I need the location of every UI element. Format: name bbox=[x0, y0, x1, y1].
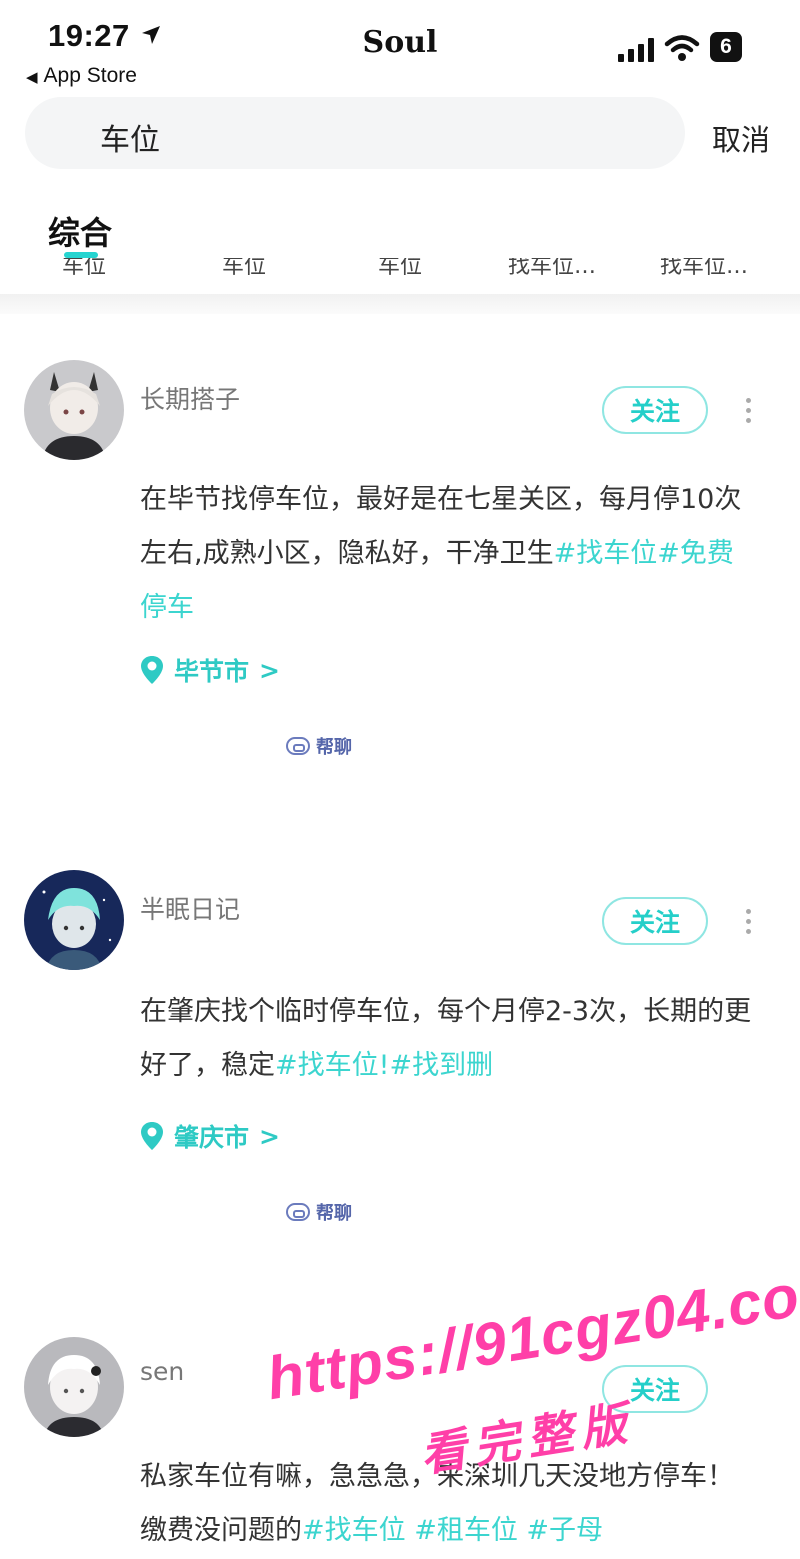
help-chat-button[interactable]: 帮聊 bbox=[286, 1197, 352, 1227]
avatar[interactable] bbox=[24, 1337, 124, 1437]
status-bar: 19:27 ◀ App Store Soul 6 bbox=[0, 0, 800, 95]
chat-icon bbox=[286, 737, 310, 755]
username[interactable]: 长期搭子 bbox=[140, 380, 240, 416]
post-content[interactable]: 在毕节找停车位，最好是在七星关区，每月停10次左右,成熟小区，隐私好，干净卫生#… bbox=[140, 473, 760, 635]
avatar-image bbox=[24, 360, 124, 460]
follow-button[interactable]: 关注 bbox=[602, 897, 708, 945]
avatar-image bbox=[24, 1337, 124, 1437]
post-content[interactable]: 在肇庆找个临时停车位，每个月停2-3次，长期的更好了，稳定#找车位!#找到删 bbox=[140, 985, 760, 1093]
location-link[interactable]: 毕节市 > bbox=[140, 652, 280, 688]
cancel-button[interactable]: 取消 bbox=[712, 117, 770, 159]
username[interactable]: sen bbox=[140, 1357, 184, 1386]
sub-tab[interactable]: 找车位… bbox=[660, 258, 748, 280]
follow-button[interactable]: 关注 bbox=[602, 386, 708, 434]
help-chat-label: 帮聊 bbox=[316, 737, 352, 758]
post-tags[interactable]: #找车位!#找到删 bbox=[275, 1050, 493, 1081]
avatar-image bbox=[24, 870, 124, 970]
avatar[interactable] bbox=[24, 870, 124, 970]
sub-tab[interactable]: 车位 bbox=[222, 258, 266, 280]
more-options-icon[interactable] bbox=[744, 398, 752, 428]
back-app-label: App Store bbox=[43, 64, 137, 87]
back-to-app-store[interactable]: ◀ App Store bbox=[26, 64, 137, 88]
back-triangle-icon: ◀ bbox=[26, 69, 38, 86]
help-chat-label: 帮聊 bbox=[316, 1203, 352, 1224]
cellular-signal-icon bbox=[618, 38, 654, 62]
search-query: 车位 bbox=[100, 123, 160, 158]
search-input[interactable]: 车位 bbox=[25, 97, 685, 169]
more-options-icon[interactable] bbox=[744, 909, 752, 939]
wifi-icon bbox=[664, 35, 700, 61]
post-tags[interactable]: #找车位 #租车位 #子母 bbox=[302, 1515, 603, 1546]
sub-tab[interactable]: 车位 bbox=[378, 258, 422, 280]
username[interactable]: 半眠日记 bbox=[140, 890, 240, 926]
watermark-url: https://91cgz04.com bbox=[262, 1253, 800, 1413]
location-link[interactable]: 肇庆市 > bbox=[140, 1118, 280, 1154]
sub-tab[interactable]: 找车位… bbox=[508, 258, 596, 280]
battery-icon: 6 bbox=[710, 32, 742, 62]
chevron-right-icon: > bbox=[259, 655, 280, 685]
section-divider bbox=[0, 294, 800, 314]
sub-tab[interactable]: 车位 bbox=[62, 258, 106, 280]
help-chat-button[interactable]: 帮聊 bbox=[286, 731, 352, 761]
location-label: 肇庆市 bbox=[174, 1123, 250, 1152]
chevron-right-icon: > bbox=[259, 1121, 280, 1151]
tab-comprehensive[interactable]: 综合 bbox=[48, 208, 112, 254]
location-pin-icon bbox=[141, 1122, 163, 1150]
location-label: 毕节市 bbox=[174, 657, 250, 686]
avatar[interactable] bbox=[24, 360, 124, 460]
location-pin-icon bbox=[141, 656, 163, 684]
chat-icon bbox=[286, 1203, 310, 1221]
sub-tab-bar: 车位 车位 车位 找车位… 找车位… bbox=[0, 258, 800, 280]
